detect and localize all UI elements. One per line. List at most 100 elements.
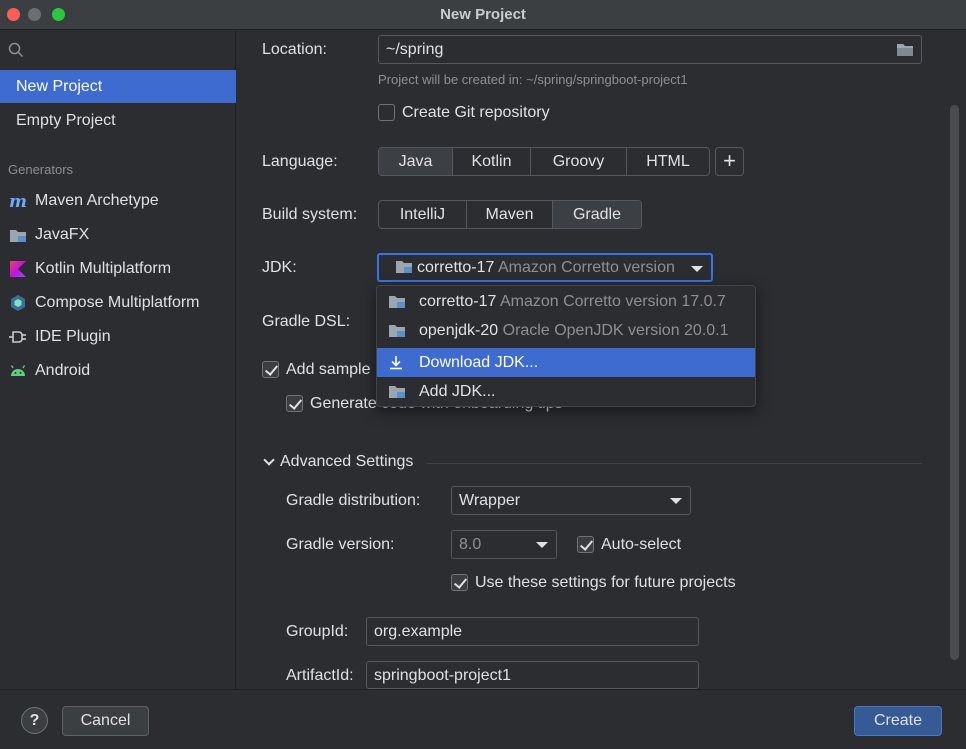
jdk-folder-icon (389, 325, 405, 337)
build-option-gradle[interactable]: Gradle (553, 201, 641, 228)
sidebar: New Project Empty Project Generators m M… (0, 31, 236, 689)
javafx-icon (10, 230, 26, 242)
gradle-distribution-value: Wrapper (459, 492, 521, 509)
artifact-id-label: ArtifactId: (286, 667, 354, 684)
gradle-version-select[interactable]: 8.0 (451, 530, 557, 559)
jdk-option-name: openjdk-20 (419, 322, 499, 339)
gradle-version-label: Gradle version: (286, 536, 395, 553)
git-label: Create Git repository (402, 104, 550, 121)
svg-text:m: m (9, 193, 27, 209)
search-icon (8, 42, 24, 58)
location-hint: Project will be created in: ~/spring/spr… (378, 72, 688, 87)
language-option-java[interactable]: Java (379, 148, 453, 175)
chevron-down-icon[interactable] (263, 454, 275, 466)
sidebar-search[interactable] (0, 31, 236, 67)
jdk-folder-icon (389, 386, 405, 398)
compose-icon (11, 295, 25, 311)
kotlin-icon (10, 261, 26, 277)
sidebar-item-label: Android (35, 362, 91, 379)
sidebar-item-maven-archetype[interactable]: m Maven Archetype (0, 186, 236, 216)
build-option-maven[interactable]: Maven (467, 201, 553, 228)
artifact-id-value: springboot-project1 (374, 667, 511, 684)
help-icon: ? (29, 712, 40, 729)
language-option-html[interactable]: HTML (627, 148, 709, 175)
folder-browse-icon[interactable] (896, 42, 914, 57)
language-label: Language: (262, 153, 338, 170)
sidebar-item-kotlin-multiplatform[interactable]: Kotlin Multiplatform (0, 254, 236, 284)
add-jdk-option[interactable]: Add JDK... (377, 377, 755, 406)
artifact-id-input[interactable]: springboot-project1 (366, 661, 699, 689)
auto-select-label: Auto-select (601, 536, 682, 553)
create-button[interactable]: Create (854, 706, 942, 736)
chevron-down-icon (691, 266, 703, 272)
group-id-value: org.example (374, 623, 463, 640)
window-title: New Project (440, 6, 526, 23)
maven-icon: m (9, 193, 27, 209)
jdk-option-desc: Oracle OpenJDK version 20.0.1 (502, 322, 729, 339)
sidebar-item-ide-plugin[interactable]: IDE Plugin (0, 322, 236, 352)
sidebar-item-label: IDE Plugin (35, 328, 111, 345)
gradle-version-value: 8.0 (459, 536, 482, 553)
download-jdk-option[interactable]: Download JDK... (377, 348, 755, 377)
cancel-button[interactable]: Cancel (62, 706, 149, 736)
jdk-option-corretto-17[interactable]: corretto-17 Amazon Corretto version 17.0… (377, 287, 755, 316)
future-settings-checkbox[interactable] (451, 574, 468, 591)
sidebar-item-label: Compose Multiplatform (35, 294, 200, 311)
divider (427, 463, 922, 464)
generators-section-title: Generators (8, 162, 74, 177)
sidebar-item-label: JavaFX (35, 226, 90, 243)
auto-select-checkbox[interactable] (577, 536, 594, 553)
add-language-button[interactable]: + (715, 147, 744, 176)
gradle-distribution-label: Gradle distribution: (286, 492, 421, 509)
group-id-input[interactable]: org.example (366, 617, 699, 646)
language-option-groovy[interactable]: Groovy (531, 148, 627, 175)
jdk-option-name: Add JDK... (419, 383, 496, 400)
jdk-label: JDK: (262, 259, 297, 276)
android-icon (10, 365, 26, 376)
sidebar-item-label: Kotlin Multiplatform (35, 260, 172, 277)
advanced-settings-title[interactable]: Advanced Settings (280, 453, 413, 471)
sidebar-item-javafx[interactable]: JavaFX (0, 220, 236, 250)
jdk-folder-icon (389, 296, 405, 308)
jdk-name: corretto-17 (417, 259, 495, 276)
plugin-icon (9, 331, 26, 343)
content-scrollbar[interactable] (950, 105, 959, 660)
jdk-option-name: corretto-17 (419, 293, 497, 310)
jdk-folder-icon (396, 260, 412, 273)
build-system-label: Build system: (262, 206, 358, 223)
chevron-down-icon (670, 498, 682, 504)
jdk-combobox[interactable]: corretto-17 Amazon Corretto version (377, 253, 713, 282)
sidebar-item-compose-multiplatform[interactable]: Compose Multiplatform (0, 288, 236, 318)
future-settings-label: Use these settings for future projects (475, 574, 736, 591)
dialog-footer: ? Cancel Create (0, 689, 966, 749)
sidebar-item-label: Empty Project (16, 112, 116, 129)
sample-checkbox[interactable] (262, 361, 279, 378)
location-label: Location: (262, 41, 327, 58)
build-system-segmented-control: IntelliJ Maven Gradle (378, 200, 642, 229)
git-checkbox[interactable] (378, 104, 395, 121)
sidebar-item-label: Maven Archetype (35, 192, 159, 209)
gradle-distribution-select[interactable]: Wrapper (451, 486, 691, 515)
jdk-option-desc: Amazon Corretto version 17.0.7 (499, 293, 726, 310)
jdk-dropdown-list: corretto-17 Amazon Corretto version 17.0… (376, 285, 756, 407)
language-option-kotlin[interactable]: Kotlin (453, 148, 531, 175)
title-bar: New Project (0, 0, 966, 30)
chevron-down-icon (536, 542, 548, 548)
build-option-intellij[interactable]: IntelliJ (379, 201, 467, 228)
sidebar-item-android[interactable]: Android (0, 356, 236, 386)
plus-icon: + (723, 148, 736, 173)
download-icon (390, 356, 402, 370)
onboarding-checkbox[interactable] (286, 395, 303, 412)
jdk-option-openjdk-20[interactable]: openjdk-20 Oracle OpenJDK version 20.0.1 (377, 316, 755, 345)
sample-label: Add sample (286, 361, 371, 378)
sidebar-item-empty-project[interactable]: Empty Project (0, 104, 236, 137)
location-input[interactable]: ~/spring (378, 35, 922, 64)
gradle-dsl-label: Gradle DSL: (262, 313, 351, 330)
sidebar-item-label: New Project (16, 78, 103, 95)
location-value: ~/spring (386, 41, 444, 58)
group-id-label: GroupId: (286, 623, 349, 640)
jdk-option-name: Download JDK... (419, 354, 539, 371)
help-button[interactable]: ? (21, 707, 48, 734)
sidebar-item-new-project[interactable]: New Project (0, 70, 236, 103)
language-segmented-control: Java Kotlin Groovy HTML (378, 147, 710, 176)
